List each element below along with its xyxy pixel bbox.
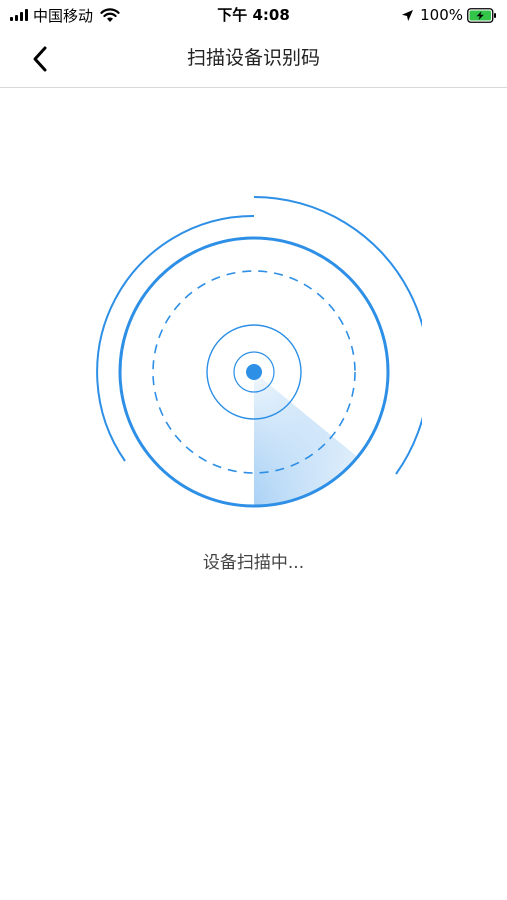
battery-charging-icon (467, 7, 496, 23)
radar-scanner-graphic (96, 196, 422, 508)
page-title: 扫描设备识别码 (186, 47, 320, 69)
battery-percent: 100% (420, 6, 463, 24)
radar-sweep (254, 372, 356, 506)
outer-arc-left (96, 214, 255, 462)
navigation-bar: 扫描设备识别码 (0, 30, 507, 88)
location-arrow-icon (402, 9, 414, 21)
status-bar: 中国移动 下午 4:08 100% (0, 0, 507, 30)
radar-center-dot (246, 364, 262, 380)
scan-device-screen: 中国移动 下午 4:08 100% 扫描设备识别码 设备扫描中... (0, 0, 507, 900)
status-right: 100% (401, 5, 497, 25)
scan-status-text: 设备扫描中... (202, 553, 305, 573)
